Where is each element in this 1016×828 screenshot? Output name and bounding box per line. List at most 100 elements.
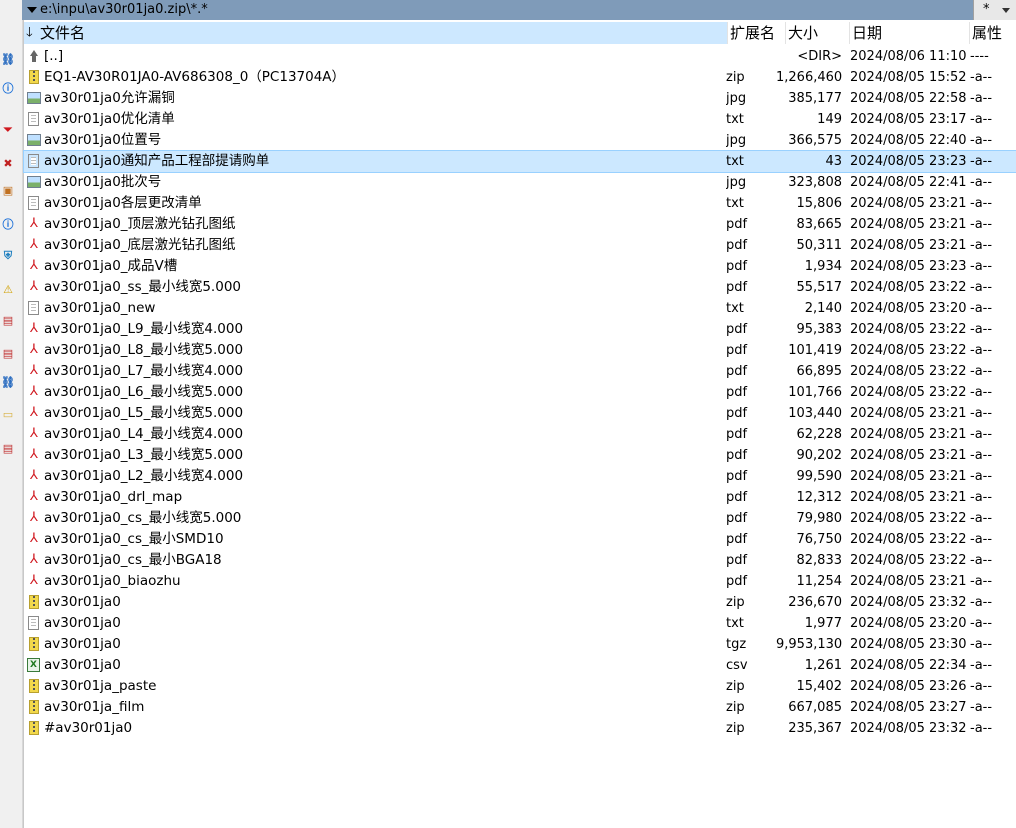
- file-size: 101,766: [788, 385, 842, 400]
- file-size: 50,311: [796, 238, 843, 253]
- file-date: 2024/08/05 23:21: [850, 490, 967, 505]
- warning-icon[interactable]: ⚠: [1, 283, 15, 297]
- pdf-file-icon: ⅄: [30, 490, 38, 504]
- file-attr: -a--: [970, 637, 993, 652]
- file-row[interactable]: av30r01ja0允许漏铜 jpg 385,177 2024/08/05 22:58…: [24, 88, 1016, 109]
- file-date: 2024/08/05 23:22: [850, 553, 967, 568]
- file-attr: -a--: [970, 133, 993, 148]
- file-row[interactable]: av30r01ja_film zip 667,085 2024/08/05 23:27…: [24, 697, 1016, 718]
- filter-value: *: [983, 2, 990, 17]
- file-row[interactable]: ⅄ av30r01ja0_L5_最小线宽5.000 pdf 103,440 2024/0…: [24, 403, 1016, 424]
- pdf-file-icon: ⅄: [30, 448, 38, 462]
- info-icon[interactable]: ⓘ: [1, 218, 15, 232]
- file-row[interactable]: av30r01ja0各层更改清单 txt 15,806 2024/08/05 23:2…: [24, 193, 1016, 214]
- file-attr: ----: [970, 49, 989, 64]
- file-size: 76,750: [796, 532, 843, 547]
- pdf-file-icon: ⅄: [30, 364, 38, 378]
- network-icon[interactable]: ⛓: [1, 376, 15, 390]
- network-icon[interactable]: ⛓: [1, 53, 15, 67]
- column-ext[interactable]: 扩展名: [728, 22, 785, 44]
- file-row[interactable]: ⅄ av30r01ja0_L7_最小线宽4.000 pdf 66,895 2024/08…: [24, 361, 1016, 382]
- file-size: 90,202: [796, 448, 843, 463]
- file-attr: -a--: [970, 154, 993, 169]
- file-row[interactable]: Xav30r01ja0 csv 1,261 2024/08/05 22:34 -a--: [24, 655, 1016, 676]
- folder-icon[interactable]: ▭: [1, 408, 15, 422]
- column-date[interactable]: 日期: [850, 22, 970, 44]
- delete-icon[interactable]: ✖: [1, 157, 15, 171]
- file-row[interactable]: ⅄ av30r01ja0_biaozhu pdf 11,254 2024/08/05 2…: [24, 571, 1016, 592]
- file-row[interactable]: ⅄ av30r01ja0_L4_最小线宽4.000 pdf 62,228 2024/08…: [24, 424, 1016, 445]
- column-name[interactable]: 🡓 文件名: [24, 22, 727, 44]
- file-row[interactable]: ⅄ av30r01ja0_L6_最小线宽5.000 pdf 101,766 2024/0…: [24, 382, 1016, 403]
- pdf-file-icon: ⅄: [30, 574, 38, 588]
- file-ext: pdf: [726, 448, 748, 463]
- file-size: 15,402: [796, 679, 843, 694]
- current-path[interactable]: e:\inpu\av30r01ja0.zip\*.*: [40, 1, 208, 19]
- file-attr: -a--: [970, 196, 993, 211]
- file-row[interactable]: av30r01ja0通知产品工程部提请购单 txt 43 2024/08/05 23:…: [23, 150, 1016, 173]
- file-row[interactable]: ⅄ av30r01ja0_顶层激光钻孔图纸 pdf 83,665 2024/08/05 …: [24, 214, 1016, 235]
- file-row[interactable]: EQ1-AV30R01JA0-AV686308_0（PC13704A） zip 1,…: [24, 67, 1016, 88]
- file-row[interactable]: ⅄ av30r01ja0_cs_最小BGA18 pdf 82,833 2024/08/0…: [24, 550, 1016, 571]
- file-size: 1,261: [804, 658, 842, 673]
- filter-dropdown[interactable]: *: [973, 0, 1016, 20]
- file-row[interactable]: av30r01ja0优化清单 txt 149 2024/08/05 23:17 -a--: [24, 109, 1016, 130]
- file-row[interactable]: ⅄ av30r01ja0_cs_最小线宽5.000 pdf 79,980 2024/08…: [24, 508, 1016, 529]
- file-row[interactable]: av30r01ja0 tgz 9,953,130 2024/08/05 23:30 -a…: [24, 634, 1016, 655]
- file-size: 15,806: [796, 196, 843, 211]
- file-row[interactable]: av30r01ja0 zip 236,670 2024/08/05 23:32 -a--: [24, 592, 1016, 613]
- file-name: #av30r01ja0: [44, 720, 133, 736]
- pdf-file-icon: ⅄: [30, 343, 38, 357]
- file-list-panel[interactable]: 🡓 文件名 扩展名 大小 日期 属性 [..] <DIR> 2024/08/06 1…: [23, 20, 1016, 828]
- file-ext: txt: [726, 616, 744, 631]
- pdf-file-icon: ⅄: [30, 532, 38, 546]
- file-row[interactable]: ⅄ av30r01ja0_L3_最小线宽5.000 pdf 90,202 2024/08…: [24, 445, 1016, 466]
- file-row[interactable]: av30r01ja0 txt 1,977 2024/08/05 23:20 -a--: [24, 613, 1016, 634]
- file-row[interactable]: ⅄ av30r01ja0_L2_最小线宽4.000 pdf 99,590 2024/08…: [24, 466, 1016, 487]
- file-name: av30r01ja0_L4_最小线宽4.000: [44, 426, 244, 442]
- file-size: 2,140: [804, 301, 842, 316]
- document-icon[interactable]: ▤: [1, 347, 15, 361]
- file-row[interactable]: ⅄ av30r01ja0_drl_map pdf 12,312 2024/08/05 2…: [24, 487, 1016, 508]
- document-icon[interactable]: ▤: [1, 314, 15, 328]
- image-file-icon: [27, 175, 41, 189]
- file-row[interactable]: #av30r01ja0 zip 235,367 2024/08/05 23:32 -a-…: [24, 718, 1016, 739]
- file-row[interactable]: [..] <DIR> 2024/08/06 11:10 ----: [24, 46, 1016, 67]
- column-size[interactable]: 大小: [786, 22, 850, 44]
- file-row[interactable]: ⅄ av30r01ja0_底层激光钻孔图纸 pdf 50,311 2024/08/05 …: [24, 235, 1016, 256]
- file-name: av30r01ja0: [44, 636, 121, 652]
- file-name: av30r01ja0_drl_map: [44, 489, 183, 505]
- file-row[interactable]: ⅄ av30r01ja0_L8_最小线宽5.000 pdf 101,419 2024/0…: [24, 340, 1016, 361]
- file-row[interactable]: av30r01ja0位置号 jpg 366,575 2024/08/05 22:40-…: [24, 130, 1016, 151]
- left-icon-strip: ⛓ ⓘ ⏷ ✖ ▣ ⓘ ⛨ ⚠ ▤ ▤ ⛓ ▭ ▤: [0, 20, 23, 828]
- info-icon[interactable]: ⓘ: [1, 82, 15, 96]
- file-date: 2024/08/05 23:20: [850, 301, 967, 316]
- column-attr[interactable]: 属性: [970, 22, 1016, 44]
- image-icon[interactable]: ▣: [1, 184, 15, 198]
- image-file-icon: [27, 91, 41, 105]
- pdf-icon[interactable]: ⏷: [1, 123, 15, 137]
- file-row[interactable]: av30r01ja0_new txt 2,140 2024/08/05 23:20 -a…: [24, 298, 1016, 319]
- file-attr: -a--: [970, 721, 993, 736]
- file-size: 83,665: [796, 217, 843, 232]
- file-ext: txt: [726, 301, 744, 316]
- file-row[interactable]: av30r01ja0批次号 jpg 323,808 2024/08/05 22:41-…: [24, 172, 1016, 193]
- file-ext: jpg: [726, 175, 747, 190]
- file-size: 236,670: [788, 595, 842, 610]
- file-size: 366,575: [788, 133, 842, 148]
- file-row[interactable]: ⅄ av30r01ja0_cs_最小SMD10 pdf 76,750 2024/08/0…: [24, 529, 1016, 550]
- path-bar[interactable]: e:\inpu\av30r01ja0.zip\*.* *: [22, 0, 1016, 20]
- zip-archive-icon: [27, 700, 41, 714]
- file-date: 2024/08/05 23:23: [850, 259, 967, 274]
- shield-icon[interactable]: ⛨: [1, 249, 15, 263]
- file-row[interactable]: ⅄ av30r01ja0_L9_最小线宽4.000 pdf 95,383 2024/08…: [24, 319, 1016, 340]
- file-row[interactable]: ⅄ av30r01ja0_ss_最小线宽5.000 pdf 55,517 2024/08…: [24, 277, 1016, 298]
- chevron-down-icon[interactable]: [1002, 8, 1010, 13]
- file-row[interactable]: ⅄ av30r01ja0_成品V槽 pdf 1,934 2024/08/05 23:23…: [24, 256, 1016, 277]
- file-size: 667,085: [788, 700, 842, 715]
- document-icon[interactable]: ▤: [1, 442, 15, 456]
- file-row[interactable]: av30r01ja_paste zip 15,402 2024/08/05 23:26…: [24, 676, 1016, 697]
- pdf-file-icon: ⅄: [30, 385, 38, 399]
- file-size: 79,980: [796, 511, 843, 526]
- chevron-down-icon[interactable]: [27, 7, 37, 13]
